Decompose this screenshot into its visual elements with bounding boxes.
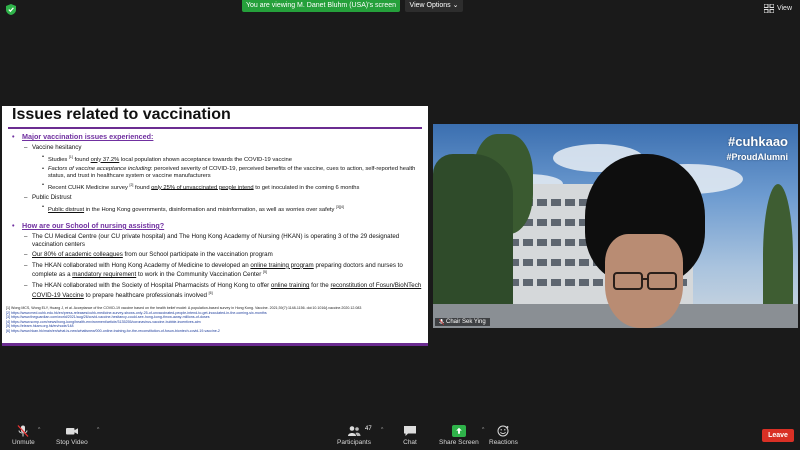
reference-6[interactable]: [6] https://www.hkan.hk/main/en/what-is-… [6,329,426,334]
glasses-bridge [641,278,647,280]
subheading-hesitancy: Vaccine hesitancy [12,144,424,152]
meeting-toolbar: Unmute ^ Stop Video ^ Participants 47 ^ … [0,420,800,450]
share-screen-icon [451,425,466,437]
participant-name-tag: Chair Sek Ying [435,318,490,326]
unmute-button[interactable]: Unmute [12,425,35,446]
security-shield-icon[interactable] [6,4,16,15]
smiley-face-icon [497,425,509,437]
top-bar: You are viewing M. Danet Bluhm (USA)'s s… [0,0,800,18]
leave-button[interactable]: Leave [762,429,794,442]
participant-video[interactable]: #cuhkaao #ProudAlumni Chair Sek Ying [433,124,798,328]
unmute-label: Unmute [12,439,35,446]
participants-label: Participants [337,439,371,446]
grid-view-icon [763,4,774,13]
tree [433,154,513,328]
view-button[interactable]: View [763,4,792,13]
bullet-factors: Factors of vaccine acceptance including:… [12,166,424,180]
participants-count: 47 [365,426,372,432]
share-screen-button[interactable]: Share Screen [439,425,479,446]
hashtag-main: #cuhkaao [728,134,788,149]
slide-footer-bar [2,343,428,346]
participants-icon [347,426,361,436]
view-label: View [776,5,792,12]
stop-video-button[interactable]: Stop Video [56,425,88,446]
item-colleagues: Our 80% of academic colleagues from our … [12,251,424,259]
share-screen-label: Share Screen [439,439,479,446]
share-options-caret-icon[interactable]: ^ [482,427,484,433]
view-options-button[interactable]: View Options ⌄ [405,0,463,12]
reactions-label: Reactions [489,439,518,446]
chat-button[interactable]: Chat [403,425,417,446]
slide-title: Issues related to vaccination [12,106,231,123]
item-cu-medical: The CU Medical Centre (our CU private ho… [12,233,424,248]
muted-mic-icon [439,319,444,325]
glasses [613,272,643,290]
shared-slide: Issues related to vaccination Major vacc… [2,106,428,346]
hashtag-sub: #ProudAlumni [726,152,788,162]
participant-name: Chair Sek Ying [446,319,486,325]
reactions-button[interactable]: Reactions [489,425,518,446]
slide-body: Major vaccination issues experienced: Va… [12,131,424,299]
participants-options-caret-icon[interactable]: ^ [381,427,383,433]
section-heading-issues: Major vaccination issues experienced: [12,132,424,141]
bullet-distrust: Public distrust in the Hong Kong governm… [12,204,424,214]
chat-bubble-icon [404,426,416,436]
references: [1] Wong MCS, Wong ELY, Huang J, et al. … [6,306,426,334]
item-pharmacists: The HKAN collaborated with the Society o… [12,282,424,299]
stop-video-label: Stop Video [56,439,88,446]
audio-options-caret-icon[interactable]: ^ [38,427,40,433]
chat-label: Chat [403,439,417,446]
video-options-caret-icon[interactable]: ^ [97,427,99,433]
slide-title-rule [8,127,422,129]
glasses [647,272,677,290]
bullet-studies: Studies [1] found only 37.2% local popul… [12,154,424,164]
muted-microphone-icon [17,425,29,437]
item-online-program: The HKAN collaborated with Hong Kong Aca… [12,262,424,279]
subheading-distrust: Public Distrust [12,194,424,202]
video-camera-icon [65,428,78,435]
bullet-survey: Recent CUHK Medicine survey [2] found on… [12,182,424,192]
screen-share-banner: You are viewing M. Danet Bluhm (USA)'s s… [242,0,400,12]
section-heading-assisting: How are our School of nursing assisting? [12,221,424,230]
